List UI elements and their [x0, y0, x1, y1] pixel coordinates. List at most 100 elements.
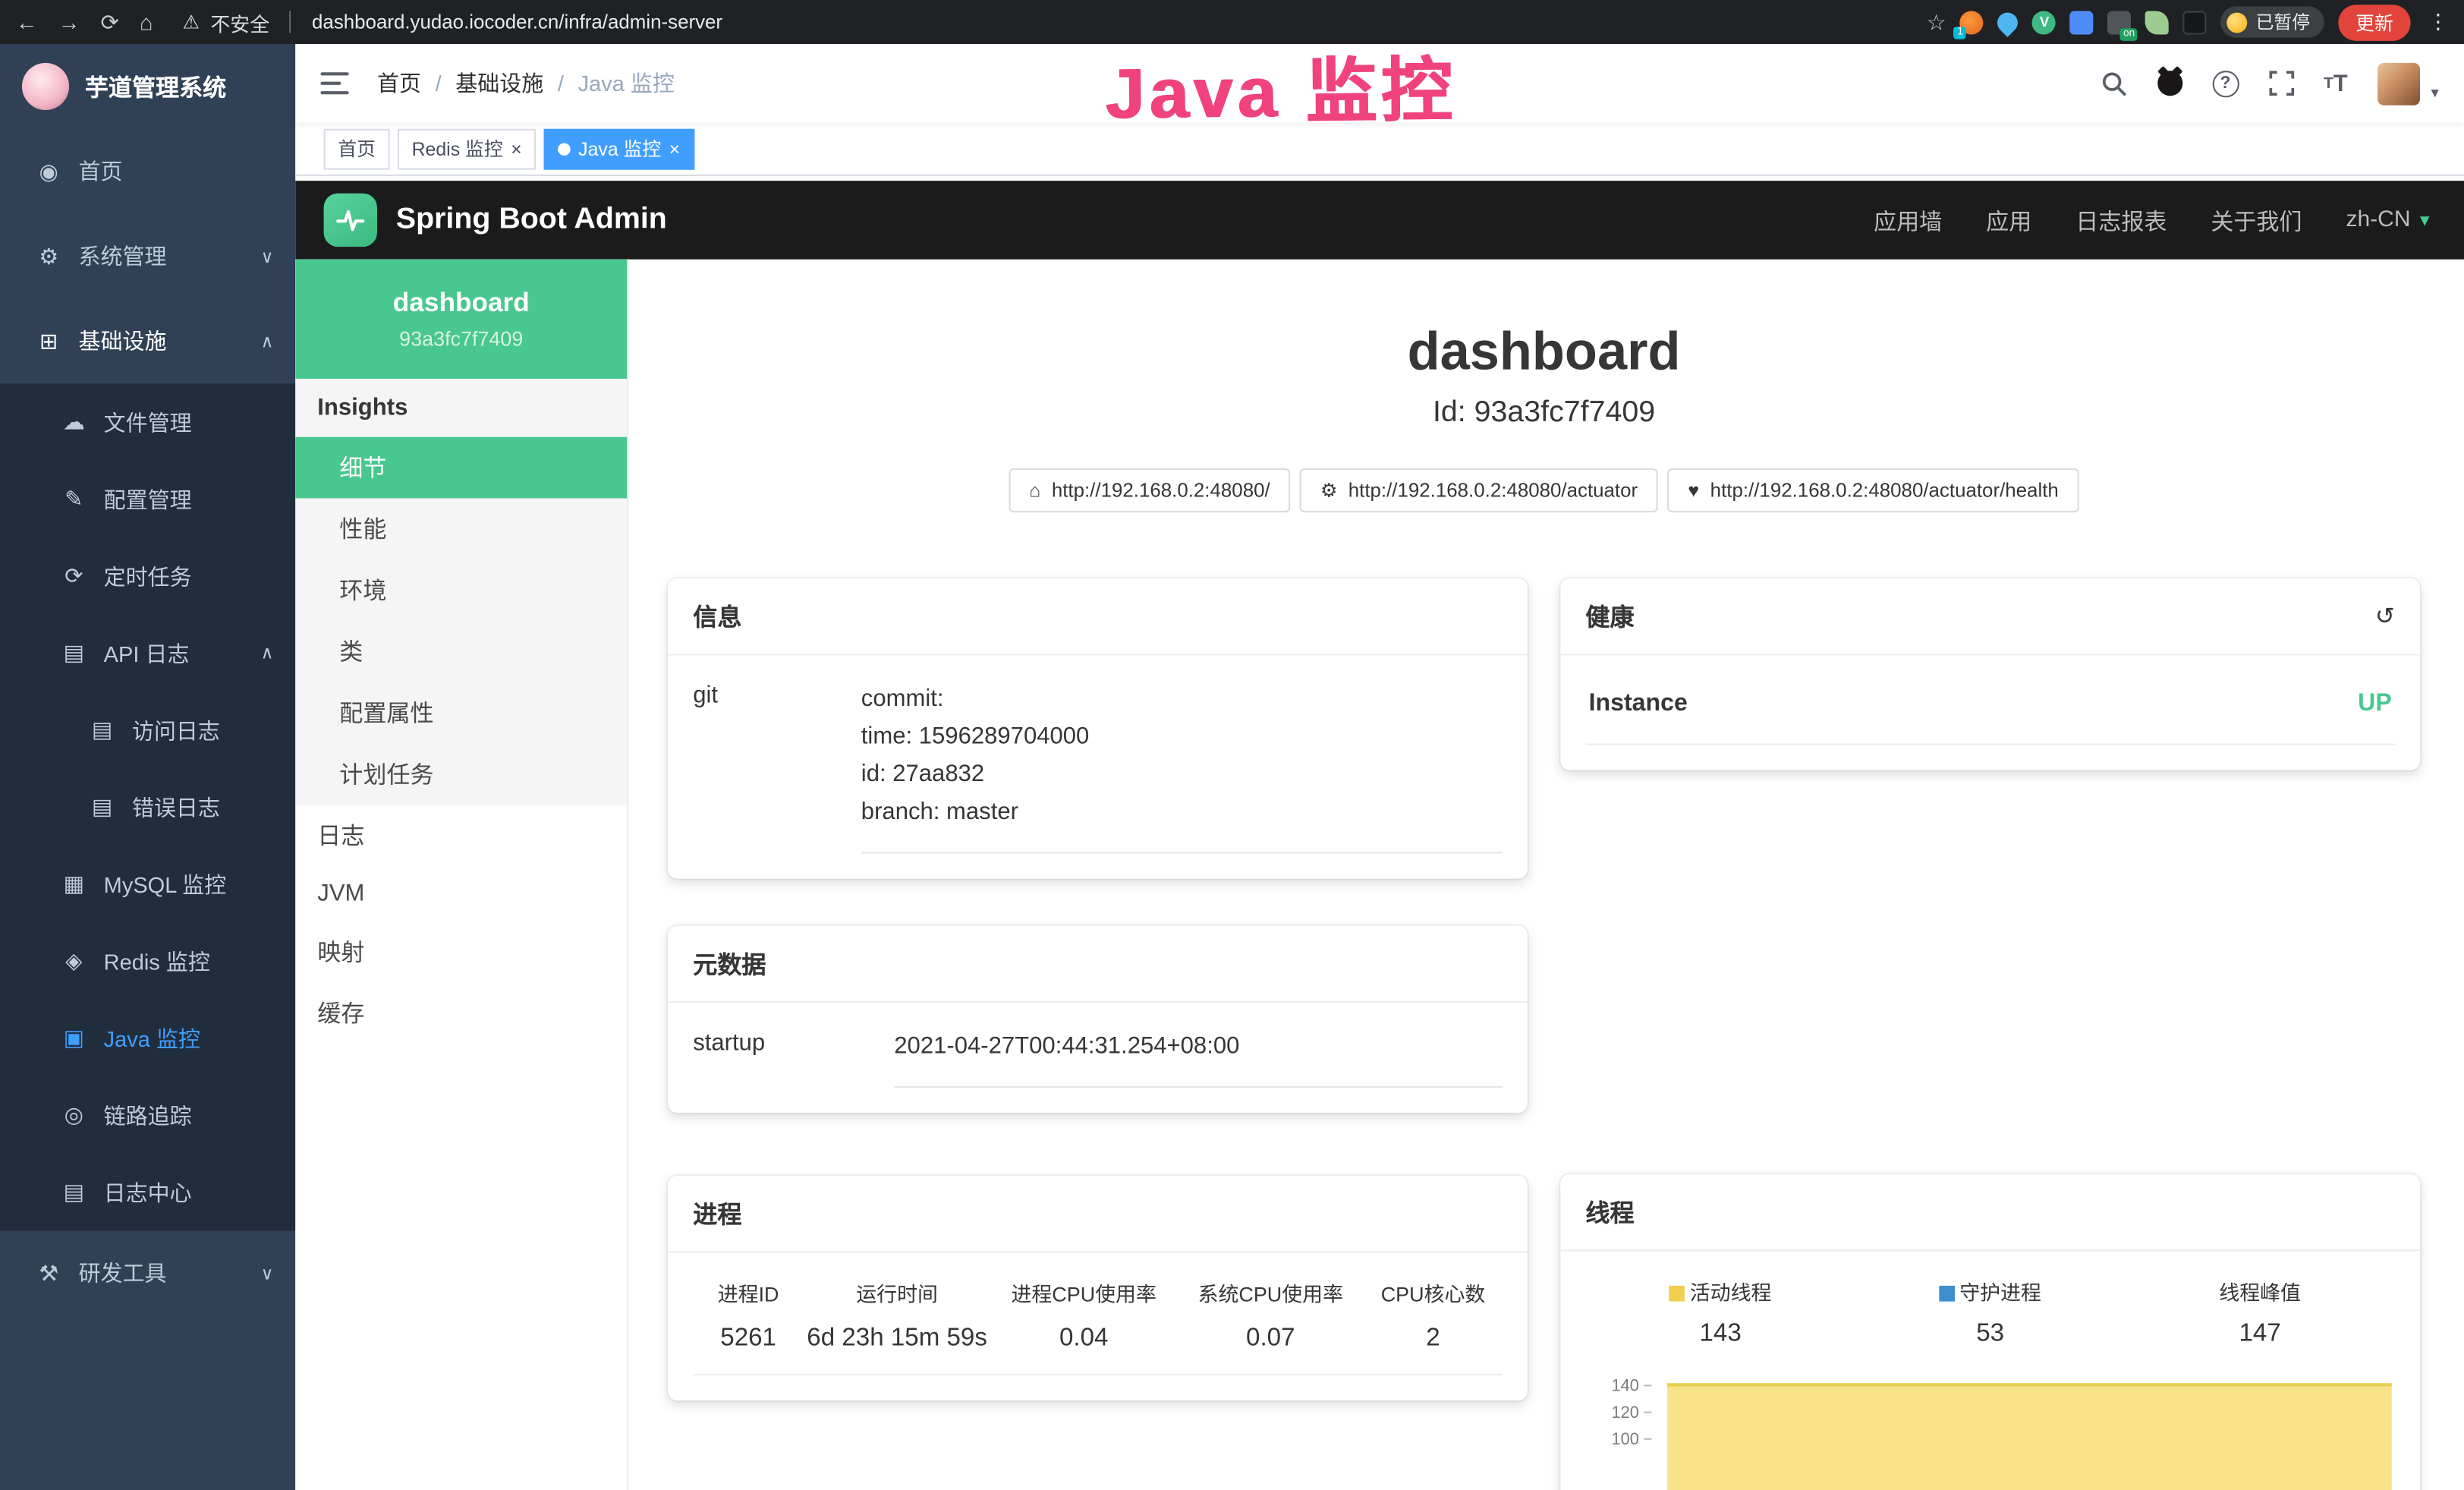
- github-icon[interactable]: [2157, 71, 2182, 96]
- browser-menu-icon[interactable]: ⋮: [2428, 9, 2448, 34]
- sba-menu-caches[interactable]: 缓存: [295, 982, 627, 1044]
- breadcrumb-infra[interactable]: 基础设施: [455, 68, 543, 99]
- sba-language-select[interactable]: zh-CN ▾: [2346, 207, 2429, 232]
- sba-menu-classes[interactable]: 类: [295, 621, 627, 682]
- help-icon[interactable]: ?: [2212, 70, 2239, 96]
- heart-icon: ♥: [1688, 480, 1699, 502]
- sba-menu-logfile[interactable]: 日志: [295, 805, 627, 866]
- history-icon[interactable]: ↺: [2375, 602, 2395, 630]
- tab-redis-monitor[interactable]: Redis 监控 ×: [398, 128, 536, 169]
- sba-menu-insights[interactable]: Insights: [295, 379, 627, 437]
- security-warning-icon[interactable]: ⚠: [183, 11, 200, 33]
- table-row: git commit: time: 1596289704000 id: 27aa…: [693, 681, 1502, 854]
- sba-menu-metrics[interactable]: 性能: [295, 498, 627, 559]
- caret-down-icon: ▾: [2420, 209, 2429, 231]
- sba-nav-wallboard[interactable]: 应用墙: [1874, 203, 1942, 236]
- menu-item-api-logs[interactable]: ▤ API 日志 ∧: [0, 615, 295, 691]
- instance-health-link[interactable]: ♥ http://192.168.0.2:48080/actuator/heal…: [1668, 468, 2079, 512]
- health-row[interactable]: Instance UP: [1585, 681, 2394, 745]
- app-logo[interactable]: 芋道管理系统: [0, 44, 295, 129]
- sba-nav-about[interactable]: 关于我们: [2211, 203, 2302, 236]
- sba-menu-jvm[interactable]: JVM: [295, 866, 627, 921]
- document-icon: ▤: [88, 717, 116, 743]
- browser-update-button[interactable]: 更新: [2338, 4, 2410, 40]
- security-label[interactable]: 不安全: [210, 7, 269, 36]
- tab-home[interactable]: 首页: [324, 128, 390, 169]
- menu-item-system-management[interactable]: ⚙ 系统管理 ∨: [0, 214, 295, 299]
- menu-item-config-management[interactable]: ✎ 配置管理: [0, 461, 295, 537]
- instance-actuator-link[interactable]: ⚙ http://192.168.0.2:48080/actuator: [1300, 468, 1658, 512]
- menu-label: MySQL 监控: [104, 868, 227, 899]
- app-title: 芋道管理系统: [85, 70, 226, 102]
- info-card: 信息 git commit: time: 1596289704000: [668, 578, 1528, 879]
- sba-instance-box[interactable]: dashboard 93a3fc7f7409: [295, 260, 627, 379]
- breadcrumb-home[interactable]: 首页: [377, 68, 421, 99]
- sba-menu-configprops[interactable]: 配置属性: [295, 682, 627, 744]
- hamburger-icon[interactable]: [320, 72, 348, 94]
- sba-nav-applications[interactable]: 应用: [1986, 203, 2031, 236]
- back-icon[interactable]: ←: [16, 11, 38, 33]
- extension-grid-icon[interactable]: [2070, 10, 2094, 33]
- sba-menu-mappings[interactable]: 映射: [295, 921, 627, 982]
- user-avatar[interactable]: [2377, 62, 2420, 105]
- info-card-header: 信息: [668, 578, 1528, 655]
- menu-item-scheduled-jobs[interactable]: ⟳ 定时任务: [0, 537, 295, 614]
- threads-value-row: 143 53 147: [1585, 1320, 2394, 1348]
- instance-home-link[interactable]: ⌂ http://192.168.0.2:48080/: [1009, 468, 1290, 512]
- sba-brand[interactable]: Spring Boot Admin: [324, 194, 667, 247]
- close-icon[interactable]: ×: [669, 139, 681, 158]
- git-id-line: id: 27aa832: [861, 756, 1503, 794]
- browser-profile-chip[interactable]: 已暂停: [2221, 6, 2324, 37]
- menu-label: 错误日志: [132, 792, 220, 823]
- threads-chart: 140 120 100: [1585, 1374, 2394, 1490]
- menu-label: 首页: [79, 156, 123, 187]
- health-card: 健康 ↺ Instance UP: [1560, 578, 2420, 770]
- dashboard-icon: ◉: [35, 158, 63, 184]
- menu-label: API 日志: [104, 638, 190, 669]
- menu-item-access-logs[interactable]: ▤ 访问日志: [0, 691, 295, 768]
- sba-menu-environment[interactable]: 环境: [295, 559, 627, 621]
- sba-nav-journal[interactable]: 日志报表: [2075, 203, 2167, 236]
- layers-icon: ◈: [60, 948, 88, 975]
- home-icon[interactable]: ⌂: [140, 11, 153, 33]
- metadata-card-body: startup 2021-04-27T00:44:31.254+08:00: [668, 1003, 1528, 1113]
- menu-item-java-monitor[interactable]: ▣ Java 监控: [0, 1000, 295, 1076]
- sba-insights-section: Insights 细节 性能 环境 类 配置属性 计划任务: [295, 379, 627, 805]
- extension-drop-icon[interactable]: [1994, 8, 2022, 36]
- sba-menu-scheduled-tasks[interactable]: 计划任务: [295, 743, 627, 805]
- tab-java-monitor[interactable]: Java 监控 ×: [544, 128, 694, 169]
- reload-icon[interactable]: ⟳: [101, 11, 119, 33]
- menu-item-trace[interactable]: ◎ 链路追踪: [0, 1076, 295, 1153]
- menu-item-mysql-monitor[interactable]: ▦ MySQL 监控: [0, 846, 295, 922]
- menu-item-dev-tools[interactable]: ⚒ 研发工具 ∨: [0, 1230, 295, 1315]
- bookmark-star-icon[interactable]: ☆: [1927, 11, 1946, 33]
- extension-vue-icon[interactable]: V: [2033, 10, 2056, 33]
- breadcrumb-separator: /: [558, 71, 564, 96]
- avatar-caret-icon[interactable]: ▾: [2431, 84, 2438, 105]
- fullscreen-icon[interactable]: [2269, 71, 2294, 96]
- menu-item-log-center[interactable]: ▤ 日志中心: [0, 1154, 295, 1230]
- font-size-icon[interactable]: TT: [2324, 70, 2348, 96]
- browser-nav: ← → ⟳ ⌂ ⚠ 不安全 dashboard.yudao.iocoder.cn…: [16, 7, 1927, 36]
- menu-item-redis-monitor[interactable]: ◈ Redis 监控: [0, 923, 295, 1000]
- extension-proxy-icon[interactable]: on: [2108, 10, 2132, 33]
- extension-fox-icon[interactable]: 1: [1960, 10, 1984, 33]
- extension-leaf-icon[interactable]: [2146, 10, 2170, 33]
- search-icon[interactable]: [2101, 70, 2127, 96]
- sba-menu-details[interactable]: 细节: [295, 437, 627, 499]
- monitor-icon: ▣: [60, 1025, 88, 1051]
- process-card: 进程 进程ID 运行时间 进程CPU使用率: [668, 1176, 1528, 1400]
- sba-instance-id: 93a3fc7f7409: [399, 327, 523, 351]
- menu-item-infrastructure[interactable]: ⊞ 基础设施 ∧: [0, 298, 295, 383]
- close-icon[interactable]: ×: [511, 139, 522, 158]
- column-header: 运行时间: [804, 1278, 990, 1308]
- sba-nav: 应用墙 应用 日志报表 关于我们 zh-CN ▾: [1874, 203, 2429, 236]
- address-url[interactable]: dashboard.yudao.iocoder.cn/infra/admin-s…: [312, 11, 722, 33]
- menu-item-error-logs[interactable]: ▤ 错误日志: [0, 769, 295, 846]
- menu-item-home[interactable]: ◉ 首页: [0, 129, 295, 214]
- forward-icon[interactable]: →: [58, 11, 80, 33]
- profile-paused-label: 已暂停: [2256, 9, 2310, 34]
- legend-peak-threads: 线程峰值: [2125, 1276, 2394, 1306]
- extension-pin-icon[interactable]: [2183, 10, 2207, 33]
- menu-item-file-management[interactable]: ☁ 文件管理: [0, 383, 295, 460]
